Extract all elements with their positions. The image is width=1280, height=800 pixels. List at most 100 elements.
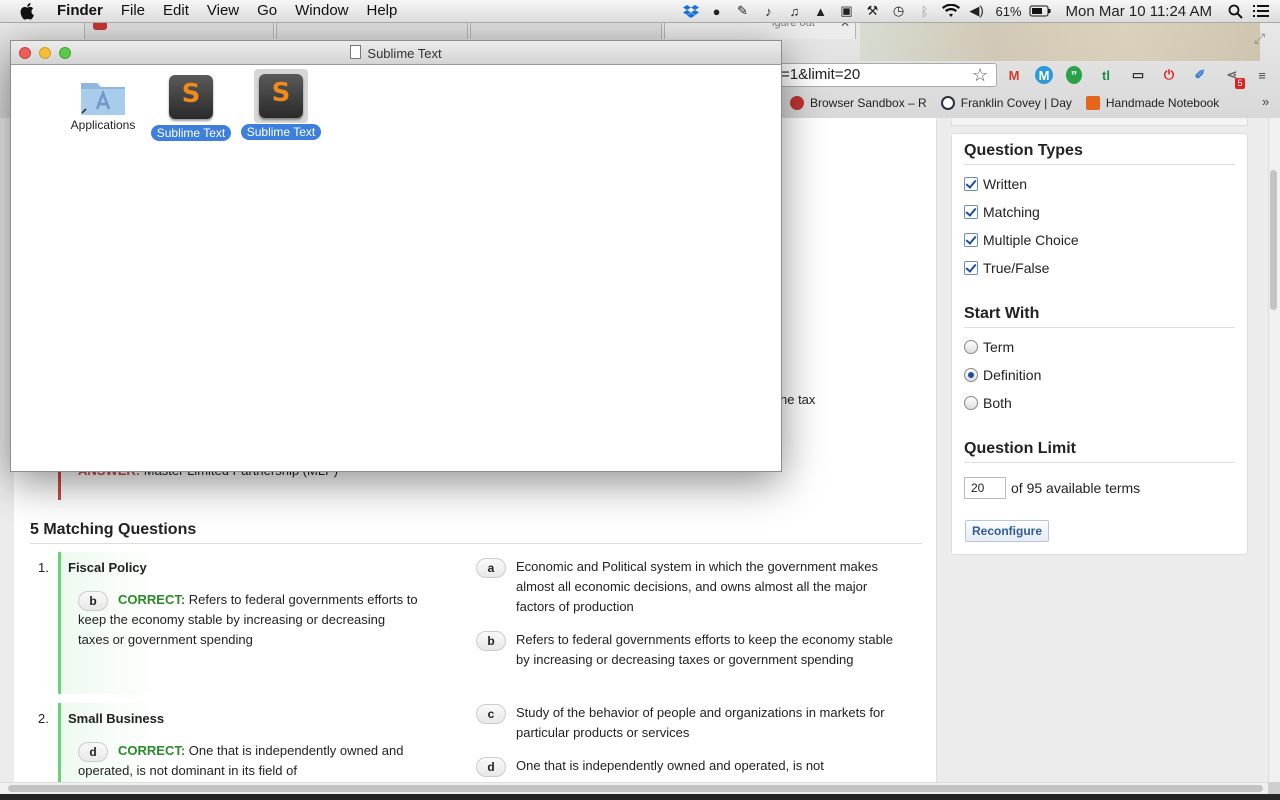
radio-icon[interactable]	[964, 396, 978, 410]
checkbox-checked-icon[interactable]	[964, 177, 978, 191]
checkbox-checked-icon[interactable]	[964, 261, 978, 275]
horizontal-scroll-thumb[interactable]	[8, 785, 1263, 792]
checkbox-true-false[interactable]: True/False	[964, 260, 1049, 276]
battery-percent: 61%	[995, 3, 1022, 19]
option-label: True/False	[983, 260, 1050, 276]
option-label: Matching	[983, 204, 1040, 220]
hangouts-icon[interactable]: ”	[1066, 66, 1082, 84]
menu-window[interactable]: Window	[286, 0, 357, 22]
chat-icon[interactable]: ●	[708, 3, 726, 19]
finder-titlebar[interactable]: Sublime Text	[11, 41, 781, 65]
wifi-icon[interactable]	[941, 3, 960, 19]
question-answer: CORRECT: One that is independently owned…	[78, 741, 438, 781]
match-letter-pill: d	[476, 757, 506, 777]
eyedropper-icon[interactable]: ✐	[1190, 66, 1210, 84]
divider	[964, 462, 1235, 463]
option-label: Definition	[983, 367, 1042, 383]
address-bar[interactable]: =1&limit=20	[760, 63, 997, 87]
notification-center-icon[interactable]	[1252, 3, 1270, 19]
bell-icon[interactable]: ♪	[760, 3, 778, 19]
bookmarks-overflow-icon[interactable]: »	[1262, 94, 1269, 109]
finder-item-sublime-text[interactable]: S Sublime Text	[143, 75, 239, 141]
window-title-text: Sublime Text	[367, 46, 442, 61]
theme-artwork	[860, 23, 1260, 61]
reconfigure-button[interactable]: Reconfigure	[965, 520, 1050, 542]
power-extension-icon[interactable]: ⏻	[1159, 66, 1179, 84]
alert-bell-icon[interactable]: ♫	[786, 3, 804, 19]
question-term: Small Business	[68, 711, 165, 726]
menu-view[interactable]: View	[198, 0, 248, 22]
radio-term[interactable]: Term	[964, 339, 1014, 355]
bookmark-label: Browser Sandbox – R	[810, 96, 927, 110]
radio-selected-icon[interactable]	[964, 368, 978, 382]
bluetooth-icon[interactable]: ᛒ	[916, 3, 934, 19]
section-title: 5 Matching Questions	[30, 521, 197, 538]
finder-item-label: Applications	[70, 118, 136, 132]
radio-definition[interactable]: Definition	[964, 367, 1041, 383]
menu-file[interactable]: File	[112, 0, 154, 22]
vertical-scroll-thumb[interactable]	[1270, 170, 1277, 310]
sidebar-top-edge	[951, 118, 1248, 126]
checkbox-written[interactable]: Written	[964, 176, 1027, 192]
time-machine-icon[interactable]: ◷	[890, 3, 908, 19]
match-letter-pill: c	[476, 704, 506, 724]
bookmark-label: Handmade Notebook	[1105, 96, 1220, 110]
finder-window: Sublime Text Applications S Sublime Text…	[10, 40, 782, 472]
volume-icon[interactable]: ◀)	[968, 3, 986, 19]
wrench-icon[interactable]: ⚒	[864, 3, 882, 19]
compass-favicon-icon	[940, 96, 955, 110]
bookmark-star-icon[interactable]: ☆	[972, 65, 988, 86]
finder-item-applications[interactable]: Applications	[55, 77, 151, 133]
menu-help[interactable]: Help	[358, 0, 407, 22]
chrome-menu-icon[interactable]: ≡	[1252, 66, 1272, 84]
gmail-icon[interactable]: M	[1004, 66, 1024, 84]
bookmark-franklin-covey[interactable]: Franklin Covey | Day	[940, 96, 1072, 110]
section-divider	[30, 543, 922, 544]
extension-m-icon[interactable]: M	[1035, 66, 1053, 84]
bookmark-browser-sandbox[interactable]: Browser Sandbox – R	[790, 96, 927, 110]
divider	[964, 164, 1235, 165]
option-label: Written	[983, 176, 1028, 192]
fullscreen-icon[interactable]: ⤢	[1254, 30, 1265, 47]
dock-edge	[0, 794, 1280, 800]
match-option-text: Refers to federal governments efforts to…	[516, 632, 893, 667]
extension-badge: 5	[1235, 78, 1245, 89]
radio-icon[interactable]	[964, 340, 978, 354]
hat-icon[interactable]: ▲	[812, 3, 830, 19]
checkbox-checked-icon[interactable]	[964, 233, 978, 247]
display-icon[interactable]: ▣	[838, 3, 856, 19]
finder-item-label: Sublime Text	[240, 124, 322, 140]
checkbox-checked-icon[interactable]	[964, 205, 978, 219]
radio-both[interactable]: Both	[964, 395, 1012, 411]
finder-item-label: Sublime Text	[150, 125, 232, 141]
tldr-icon[interactable]: tl	[1096, 66, 1116, 84]
dropbox-icon[interactable]	[682, 3, 700, 19]
match-option-text: Economic and Political system in which t…	[516, 559, 878, 614]
menu-finder[interactable]: Finder	[48, 0, 112, 22]
battery-icon[interactable]	[1028, 3, 1052, 19]
bookmarks-bar: Browser Sandbox – R Franklin Covey | Day…	[780, 91, 1280, 115]
question-number: 1.	[38, 560, 49, 575]
spotlight-search-icon[interactable]	[1226, 3, 1244, 19]
divider	[964, 327, 1235, 328]
cast-icon[interactable]: ▭	[1128, 66, 1148, 84]
menu-edit[interactable]: Edit	[154, 0, 198, 22]
apple-menu-icon[interactable]	[18, 1, 38, 21]
menubar-clock[interactable]: Mon Mar 10 11:24 AM	[1066, 3, 1212, 20]
menu-go[interactable]: Go	[248, 0, 286, 22]
checkbox-multiple-choice[interactable]: Multiple Choice	[964, 232, 1079, 248]
start-with-heading: Start With	[964, 305, 1040, 322]
option-label: Multiple Choice	[983, 232, 1079, 248]
match-option-text: Study of the behavior of people and orga…	[516, 705, 885, 740]
options-panel: Question Types Written Matching Multiple…	[951, 133, 1248, 555]
available-terms-text: of 95 available terms	[1011, 480, 1141, 496]
etsy-favicon-icon	[1085, 96, 1100, 110]
match-letter-pill: a	[476, 558, 506, 578]
question-limit-input[interactable]: 20	[964, 477, 1006, 499]
finder-item-sublime-text-selected[interactable]: S Sublime Text	[233, 69, 329, 140]
correct-label: CORRECT:	[118, 743, 186, 758]
bookmark-handmade-notebook[interactable]: Handmade Notebook	[1085, 96, 1220, 110]
sandbox-favicon-icon	[790, 96, 804, 110]
notes-icon[interactable]: ✎	[734, 3, 752, 19]
checkbox-matching[interactable]: Matching	[964, 204, 1040, 220]
